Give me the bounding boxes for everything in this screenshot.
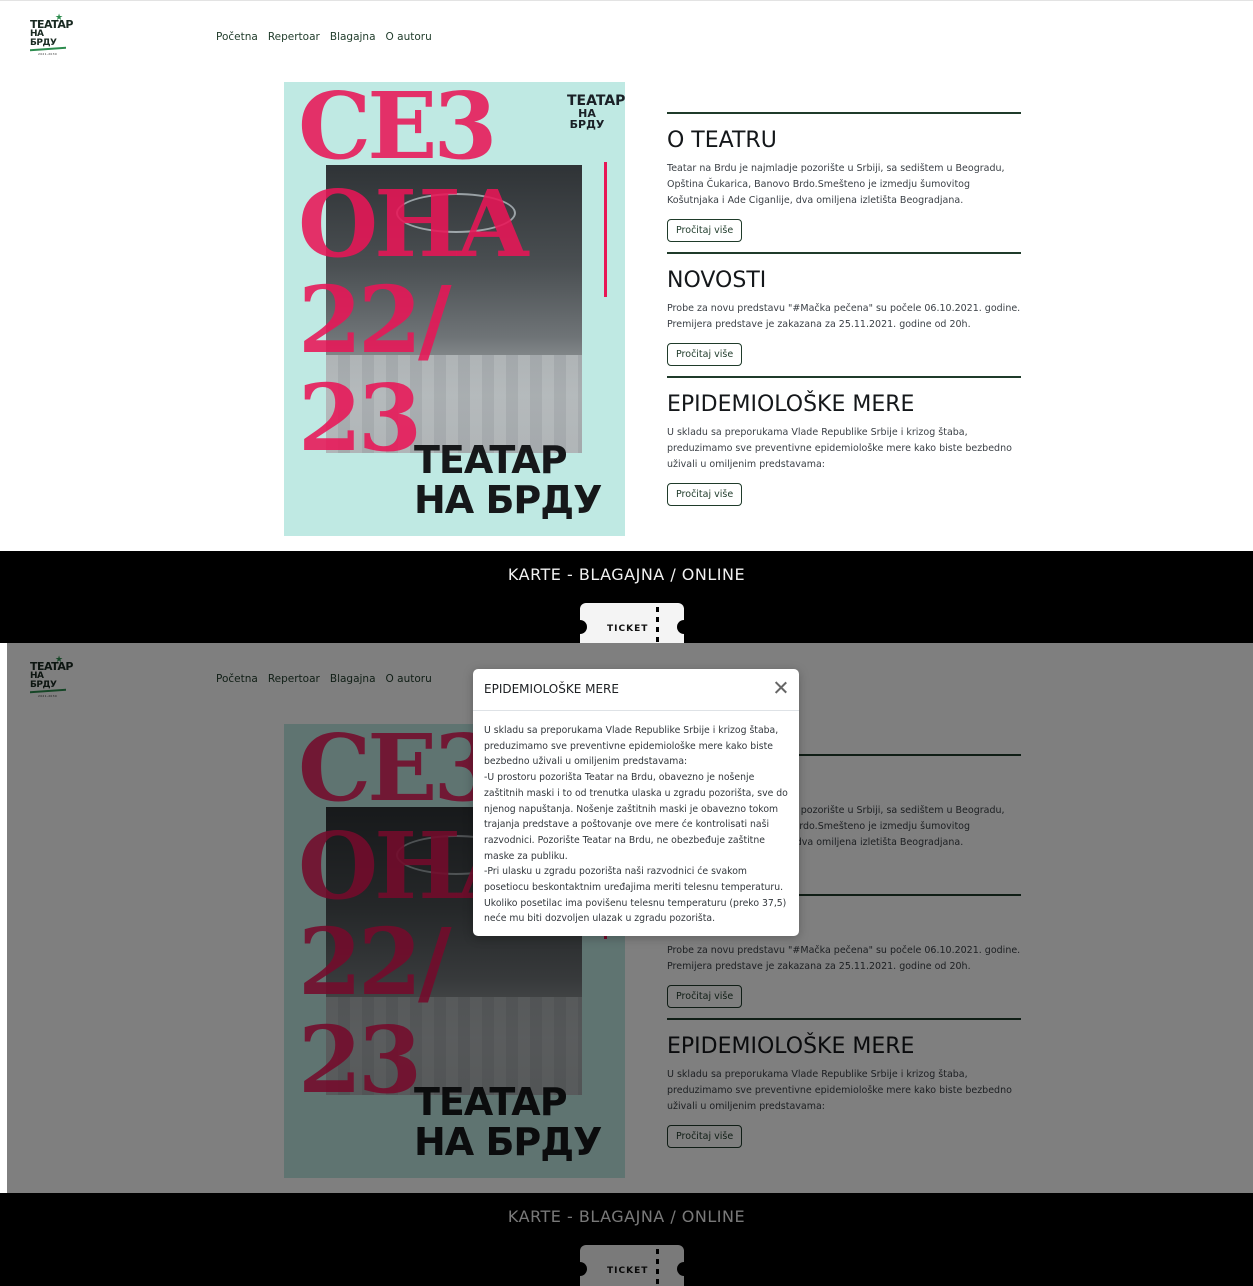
poster-title: TEATAP HA БРДУ (414, 438, 602, 522)
close-icon[interactable] (772, 679, 790, 697)
poster-line-4: 23 (298, 364, 422, 472)
modal-header: EPIDEMIOLOŠKE MERE (473, 669, 799, 711)
modal-paragraph: -U prostoru pozorišta Teatar na Brdu, ob… (484, 772, 788, 862)
poster-mini-logo: TEATAP HA БPДУ (567, 93, 625, 131)
section-text: U skladu sa preporukama Vlade Republike … (667, 427, 1012, 470)
section-text: Probe za novu predstavu "#Mačka pečena" … (667, 303, 1021, 330)
epidemiological-measures-modal: EPIDEMIOLOŠKE MERE U skladu sa preporuka… (473, 669, 799, 936)
main-nav: Početna Repertoar Blagajna O autoru (216, 31, 432, 43)
section-novosti: NOVOSTI Probe za novu predstavu "#Mačka … (667, 252, 1021, 376)
poster-title-line2: HA БРДУ (414, 478, 602, 522)
poster-red-bar (604, 162, 607, 297)
section-text: Teatar na Brdu je najmladje pozorište u … (667, 163, 1005, 206)
section-title: NOVOSTI (667, 268, 767, 293)
nav-item-repertoar[interactable]: Repertoar (268, 31, 320, 43)
poster-line-1: CE3 (298, 82, 497, 180)
section-title: O TEATRU (667, 128, 777, 153)
ticket-label: TICKET (607, 624, 649, 634)
poster-line-2: OHA (298, 170, 528, 278)
logo-line2: HA БPДУ (30, 29, 57, 48)
star-icon: ★ (55, 13, 64, 23)
nav-item-blagajna[interactable]: Blagajna (330, 31, 376, 43)
read-more-button[interactable]: Pročitaj više (667, 219, 743, 242)
poster-title-line1: TEATAP (414, 438, 568, 482)
poster-mini-logo-line2: HA БPДУ (569, 107, 605, 131)
modal-title: EPIDEMIOLOŠKE MERE (484, 682, 619, 696)
tickets-band: KARTE - BLAGAJNA / ONLINE TICKET (0, 551, 1253, 651)
site-logo[interactable]: ★ TEATAP HA БPДУ 2021-2030 (30, 13, 73, 57)
page-view-normal: ★ TEATAP HA БPДУ 2021-2030 Početna Reper… (0, 0, 1253, 643)
modal-body: U skladu sa preporukama Vlade Republike … (473, 711, 799, 927)
section-title: EPIDEMIOLOŠKE MERE (667, 392, 915, 417)
read-more-button[interactable]: Pročitaj više (667, 483, 743, 506)
poster-mini-logo-line1: TEATAP (567, 93, 625, 109)
nav-item-o-autoru[interactable]: O autoru (386, 31, 432, 43)
logo-tagline: 2021-2030 (38, 52, 58, 56)
section-epidemioloske-mere: EPIDEMIOLOŠKE MERE U skladu sa preporuka… (667, 376, 1021, 516)
read-more-button[interactable]: Pročitaj više (667, 343, 743, 366)
season-poster: CE3 OHA 22/ 23 TEATAP HA БРДУ TEATAP HA … (284, 82, 625, 536)
poster-line-3: 22/ (298, 266, 452, 374)
nav-item-pocetna[interactable]: Početna (216, 31, 258, 43)
modal-paragraph: U skladu sa preporukama Vlade Republike … (484, 725, 779, 768)
info-column: O TEATRU Teatar na Brdu je najmladje poz… (667, 112, 1021, 516)
tickets-heading: KARTE - BLAGAJNA / ONLINE (507, 565, 746, 584)
modal-paragraph: -Pri ulasku u zgradu pozorišta naši razv… (484, 866, 787, 925)
section-o-teatru: O TEATRU Teatar na Brdu je najmladje poz… (667, 112, 1021, 252)
